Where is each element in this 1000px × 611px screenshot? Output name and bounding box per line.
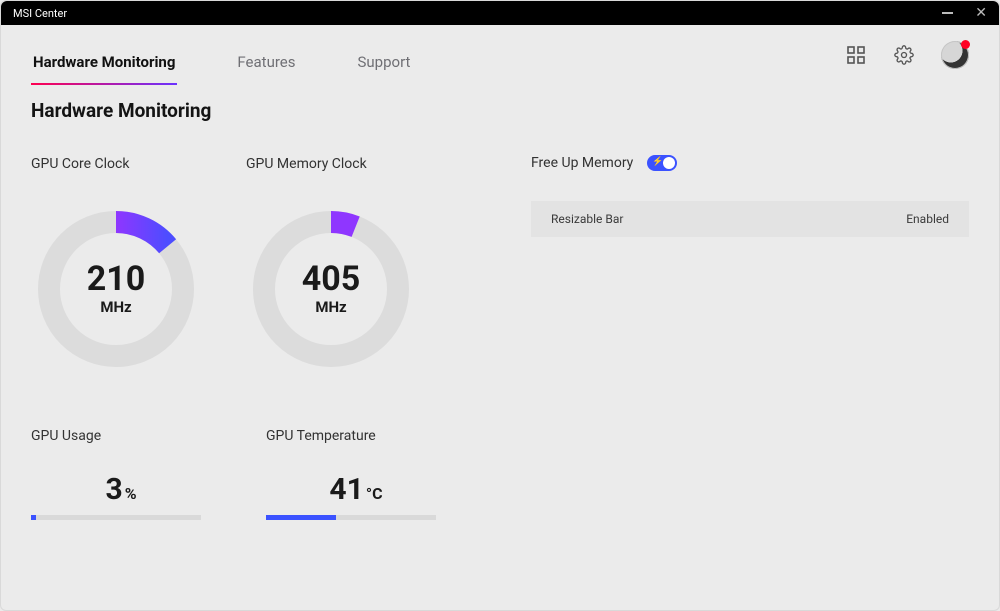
bar-value: 41 xyxy=(329,472,363,507)
page-title: Hardware Monitoring xyxy=(31,99,531,122)
bar-value: 3 xyxy=(105,472,122,507)
setting-status: Enabled xyxy=(906,212,949,226)
free-up-memory-label: Free Up Memory xyxy=(531,155,633,171)
close-icon[interactable]: ✕ xyxy=(975,6,987,20)
bar-track xyxy=(31,515,201,520)
apps-grid-icon[interactable] xyxy=(845,44,867,66)
account-avatar[interactable] xyxy=(941,41,969,69)
gauge-label: GPU Memory Clock xyxy=(246,156,416,172)
gauge-label: GPU Core Clock xyxy=(31,156,201,172)
bars-row: GPU Usage 3 % GPU Temperature 41 °C xyxy=(31,428,531,520)
gauge-value: 405 xyxy=(302,262,361,296)
free-up-memory-row: Free Up Memory ⚡ xyxy=(531,155,969,171)
gauge-unit: MHz xyxy=(315,298,346,316)
bar-gpu-usage: GPU Usage 3 % xyxy=(31,428,211,520)
content: Hardware Monitoring GPU Core Clock 210 M… xyxy=(1,85,999,610)
bar-unit: % xyxy=(125,484,137,503)
bar-unit: °C xyxy=(366,484,383,503)
tab-hardware-monitoring[interactable]: Hardware Monitoring xyxy=(31,53,177,85)
gauge-ring: 210 MHz xyxy=(31,204,201,374)
setting-resizable-bar[interactable]: Resizable Bar Enabled xyxy=(531,201,969,237)
nav-tabs: Hardware Monitoring Features Support xyxy=(31,25,412,85)
minimize-icon[interactable] xyxy=(942,12,953,14)
window-controls: ✕ xyxy=(942,6,987,20)
settings-gear-icon[interactable] xyxy=(893,44,915,66)
column-left: Hardware Monitoring GPU Core Clock 210 M… xyxy=(31,99,531,590)
bar-fill xyxy=(266,515,336,520)
titlebar: MSI Center ✕ xyxy=(1,1,999,25)
bar-label: GPU Temperature xyxy=(266,428,446,444)
tab-support[interactable]: Support xyxy=(356,53,413,85)
gauge-unit: MHz xyxy=(100,298,131,316)
tab-features[interactable]: Features xyxy=(235,53,297,85)
nav-right xyxy=(845,41,969,69)
bar-fill xyxy=(31,515,36,520)
bar-gpu-temperature: GPU Temperature 41 °C xyxy=(266,428,446,520)
gauge-ring: 405 MHz xyxy=(246,204,416,374)
bolt-icon: ⚡ xyxy=(652,157,663,167)
gauge-gpu-core-clock: GPU Core Clock 210 MHz xyxy=(31,156,201,374)
column-right: Free Up Memory ⚡ Resizable Bar Enabled xyxy=(531,99,969,590)
gauges-row: GPU Core Clock 210 MHz GPU Memory Clock xyxy=(31,156,531,374)
navbar: Hardware Monitoring Features Support xyxy=(1,25,999,85)
bar-track xyxy=(266,515,436,520)
window-title: MSI Center xyxy=(13,7,942,20)
bar-label: GPU Usage xyxy=(31,428,211,444)
gauge-gpu-memory-clock: GPU Memory Clock 405 MHz xyxy=(246,156,416,374)
gauge-value: 210 xyxy=(87,262,146,296)
free-up-memory-toggle[interactable]: ⚡ xyxy=(647,155,677,171)
setting-name: Resizable Bar xyxy=(551,212,906,226)
app-window: MSI Center ✕ Hardware Monitoring Feature… xyxy=(0,0,1000,611)
